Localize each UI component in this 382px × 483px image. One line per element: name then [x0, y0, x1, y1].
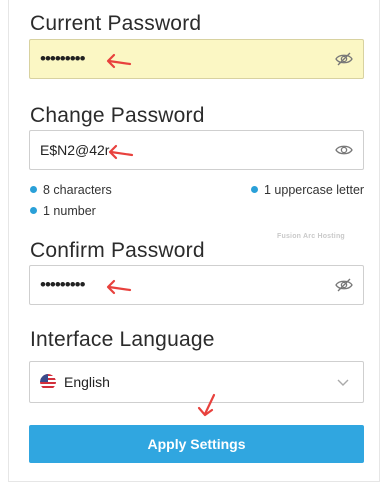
red-arrow-icon: [106, 279, 132, 295]
change-password-label: Change Password: [30, 104, 205, 127]
confirm-password-field[interactable]: •••••••••: [29, 265, 364, 305]
requirement-item: 1 uppercase letter: [251, 183, 364, 197]
confirm-password-label: Confirm Password: [30, 239, 205, 262]
us-flag-icon: [40, 374, 56, 390]
watermark: Fusion Arc Hosting: [277, 233, 345, 240]
bullet-icon: [30, 186, 37, 193]
current-password-value: •••••••••: [40, 49, 86, 68]
red-arrow-icon: [106, 53, 132, 69]
confirm-password-value: •••••••••: [40, 275, 86, 294]
requirement-item: 8 characters: [30, 183, 112, 197]
red-arrow-icon: [197, 393, 216, 417]
bullet-icon: [251, 186, 258, 193]
red-arrow-icon: [108, 144, 134, 160]
change-password-field[interactable]: E$N2@42r: [29, 130, 364, 170]
eye-icon[interactable]: [335, 142, 353, 158]
current-password-field[interactable]: •••••••••: [29, 39, 364, 79]
apply-settings-button[interactable]: Apply Settings: [29, 425, 364, 463]
current-password-label: Current Password: [30, 12, 202, 35]
eye-slash-icon[interactable]: [335, 51, 353, 67]
eye-slash-icon[interactable]: [335, 277, 353, 293]
bullet-icon: [30, 207, 37, 214]
chevron-down-icon[interactable]: [337, 376, 349, 388]
change-password-value: E$N2@42r: [40, 142, 110, 158]
interface-language-label: Interface Language: [30, 328, 215, 351]
language-selected-value: English: [64, 374, 110, 390]
requirement-item: 1 number: [30, 204, 96, 218]
